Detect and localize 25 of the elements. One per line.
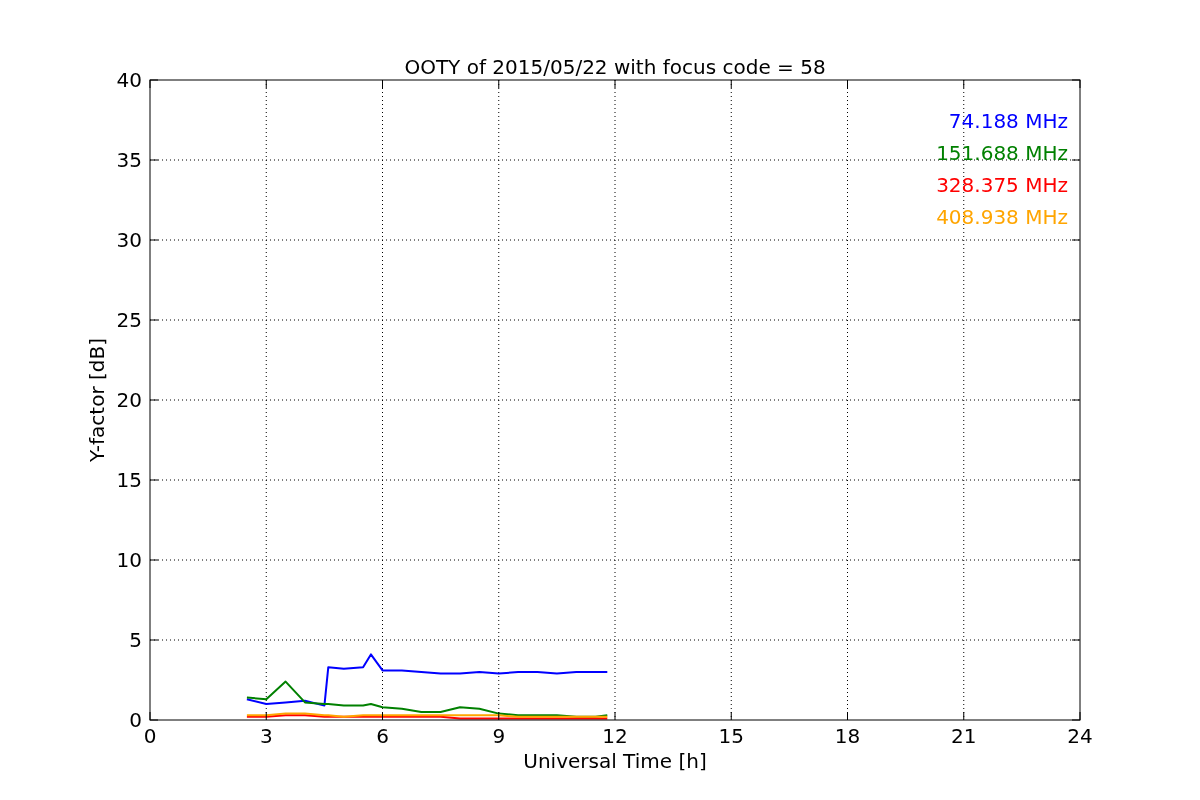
x-tick-label: 3: [259, 724, 273, 748]
legend-label: 408.938 MHz: [936, 205, 1068, 229]
x-tick-label: 24: [1067, 724, 1093, 748]
y-tick-label: 30: [116, 228, 142, 252]
y-tick-label: 10: [116, 548, 142, 572]
y-tick-label: 40: [116, 68, 142, 92]
x-tick-label: 21: [951, 724, 977, 748]
y-tick-label: 25: [116, 308, 142, 332]
x-tick-label: 0: [143, 724, 157, 748]
x-axis-label: Universal Time [h]: [523, 749, 707, 773]
y-tick-label: 5: [129, 628, 142, 652]
chart-title: OOTY of 2015/05/22 with focus code = 58: [404, 55, 826, 79]
y-tick-label: 35: [116, 148, 142, 172]
x-tick-label: 12: [602, 724, 628, 748]
y-tick-label: 20: [116, 388, 142, 412]
x-tick-label: 18: [834, 724, 861, 748]
y-tick-label: 15: [116, 468, 142, 492]
x-tick-label: 6: [376, 724, 389, 748]
x-tick-label: 15: [718, 724, 744, 748]
legend-label: 151.688 MHz: [936, 141, 1068, 165]
y-axis-label: Y-factor [dB]: [85, 338, 109, 462]
legend-label: 328.375 MHz: [936, 173, 1068, 197]
x-tick-label: 9: [492, 724, 506, 748]
legend-label: 74.188 MHz: [948, 109, 1068, 133]
y-tick-label: 0: [129, 708, 142, 732]
